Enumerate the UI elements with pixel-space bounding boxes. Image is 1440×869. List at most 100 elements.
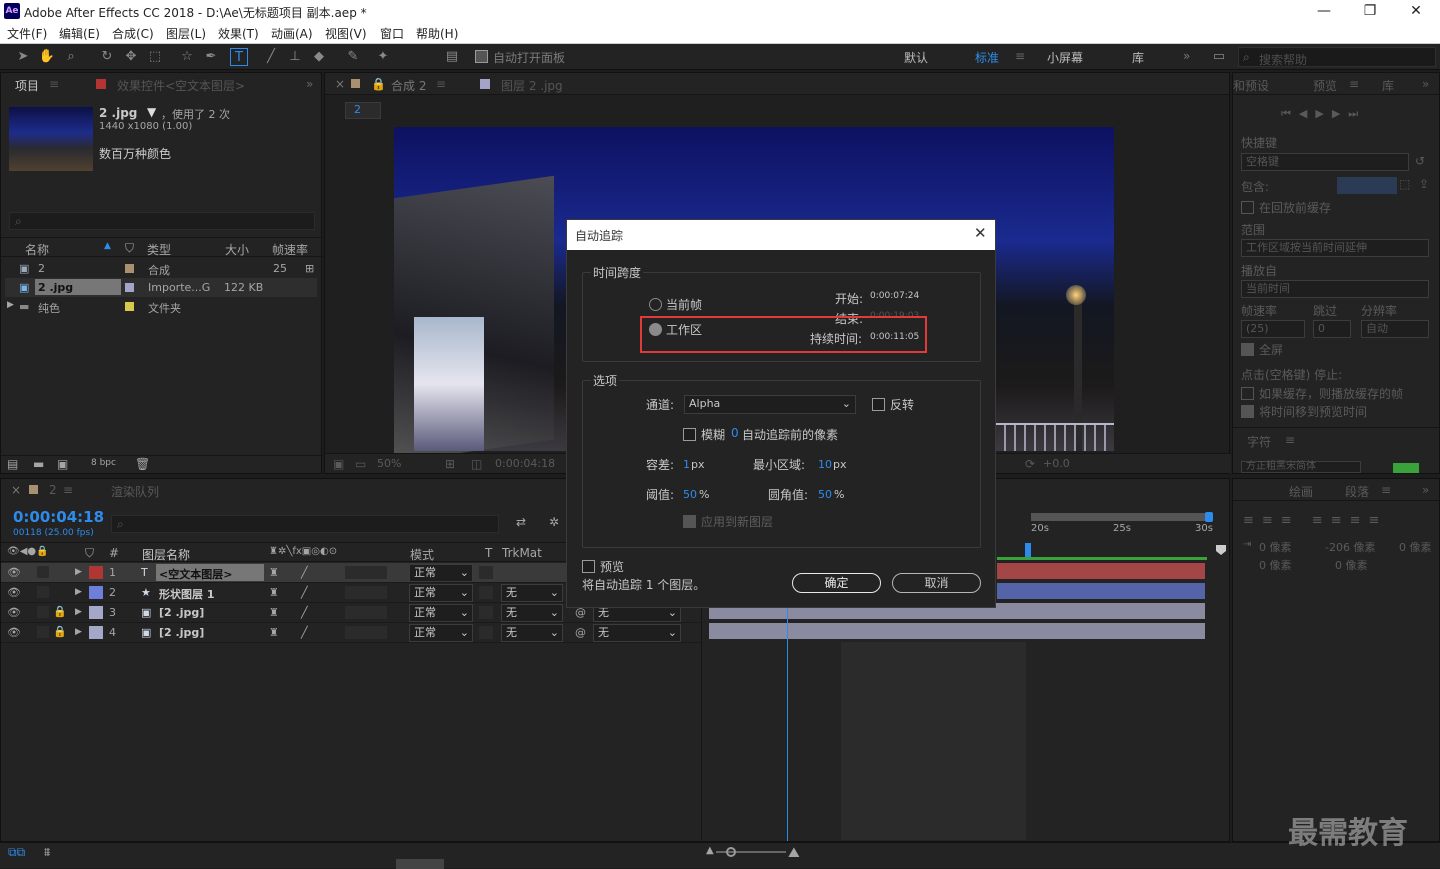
trash-icon[interactable]: 🗑 (135, 457, 150, 471)
preview-checkbox[interactable] (582, 560, 595, 573)
shy-switch-icon[interactable]: ♜ (269, 626, 279, 639)
solo-switch[interactable] (37, 586, 49, 598)
frame-render-icon[interactable]: ⩩ (44, 845, 50, 860)
comp-mini-flowchart-icon[interactable]: ⇄ (516, 515, 526, 529)
flowchart-icon[interactable]: ⊞ (305, 262, 314, 275)
tab-character[interactable]: 字符 (1247, 433, 1271, 450)
solo-switch[interactable] (37, 626, 49, 638)
workspace-library[interactable]: 库 (1132, 49, 1144, 66)
space-after-value[interactable]: 0 像素 (1335, 557, 1368, 573)
layer-mode-select[interactable]: 正常 ⌄ (409, 604, 473, 622)
tab-effect-controls[interactable]: 效果控件<空文本图层> (117, 77, 245, 94)
auto-open-checkbox[interactable] (475, 50, 488, 63)
solo-switch[interactable] (37, 566, 49, 578)
range-select[interactable]: 工作区域按当前时间延伸 (1241, 239, 1429, 257)
brush-tool-icon[interactable]: ╱ (262, 48, 280, 66)
trkmat-select[interactable]: 无 ⌄ (501, 604, 563, 622)
project-search-input[interactable]: ⌕ (9, 212, 315, 230)
preserve-transparency-switch[interactable] (479, 606, 493, 619)
shy-switch-icon[interactable]: ♜ (269, 566, 279, 579)
shape-tool-icon[interactable]: ☆ (178, 48, 196, 66)
panel-menu-icon[interactable]: ≡ (63, 483, 73, 497)
col-type[interactable]: 类型 (147, 241, 171, 258)
panel-menu-icon[interactable]: ≡ (436, 77, 446, 91)
hand-tool-icon[interactable]: ✋ (38, 48, 56, 66)
resolution-select[interactable]: 自动 (1361, 320, 1429, 338)
panel-icon[interactable]: ▤ (443, 48, 461, 66)
dialog-close-button[interactable]: ✕ (974, 224, 987, 242)
puppet-tool-icon[interactable]: ✦ (374, 48, 392, 66)
tab-effects-presets[interactable]: 和预设 (1233, 77, 1269, 94)
pan-behind-tool-icon[interactable]: ⬚ (146, 48, 164, 66)
comp-marker-icon[interactable] (1216, 545, 1226, 555)
work-area-bar[interactable] (997, 557, 1207, 560)
layer-mode-select[interactable]: 正常 ⌄ (409, 564, 473, 582)
space-before-value[interactable]: 0 像素 (1259, 557, 1292, 573)
col-mode[interactable]: 模式 (410, 546, 434, 563)
layer-switch-cells[interactable] (345, 586, 387, 599)
panel-menu-icon[interactable]: ≡ (1285, 433, 1295, 447)
visibility-eye-icon[interactable]: 👁 (7, 606, 21, 619)
col-trkmat[interactable]: TrkMat (502, 546, 542, 560)
workspace-menu-icon[interactable]: ≡ (1015, 49, 1025, 63)
tab-project[interactable]: 项目 (15, 77, 39, 94)
reset-exposure-icon[interactable]: ⟳ (1025, 457, 1035, 471)
tab-layer[interactable]: 图层 2 .jpg (501, 77, 563, 94)
interpret-footage-icon[interactable]: ▤ (7, 457, 18, 471)
cancel-button[interactable]: 取消 (892, 573, 981, 593)
snapshot-icon[interactable]: ◫ (471, 457, 482, 471)
av-switches-icon[interactable]: 👁◀●🔒 (7, 546, 49, 557)
tolerance-value[interactable]: 1 (683, 458, 690, 471)
zoom-select[interactable]: 50% (377, 457, 401, 470)
move-time-checkbox[interactable] (1241, 405, 1254, 418)
rotate-tool-icon[interactable]: ↻ (98, 48, 116, 66)
zoom-out-icon[interactable]: ▲ (706, 845, 714, 856)
new-folder-icon[interactable]: ▬ (33, 457, 44, 471)
font-select[interactable]: 方正粗黑宋简体 (1241, 461, 1361, 473)
radio-current-frame[interactable] (649, 298, 662, 311)
corner-value[interactable]: 50 (818, 488, 832, 501)
channel-select[interactable]: Alpha ⌄ (684, 395, 856, 414)
camera-tool-icon[interactable]: ✥ (122, 48, 140, 66)
project-row-comp[interactable]: ▣ 2 合成 25 ⊞ (5, 259, 317, 278)
first-line-value[interactable]: 0 像素 (1399, 539, 1432, 555)
indent-right-value[interactable]: -206 像素 (1325, 539, 1375, 555)
layer-mode-select[interactable]: 正常 ⌄ (409, 584, 473, 602)
layer-switch-cells[interactable] (345, 566, 387, 579)
label-tag-icon[interactable]: ⛉ (125, 241, 134, 256)
layer-bar-1[interactable] (997, 563, 1205, 579)
col-size[interactable]: 大小 (225, 241, 249, 258)
timeline-layer-row[interactable]: 👁 🔒 ▶ 4 ▣ [2 .jpg] ♜ ╱ 正常 ⌄ 无 ⌄ @ 无 ⌄ (1, 623, 701, 643)
layer-mode-select[interactable]: 正常 ⌄ (409, 624, 473, 642)
grid-icon[interactable]: ⊞ (445, 457, 455, 471)
time-navigator[interactable] (1031, 513, 1211, 521)
transport-controls[interactable]: ⏮◀▶▶⏭ (1281, 107, 1366, 121)
blur-checkbox[interactable] (683, 428, 696, 441)
workspace-standard[interactable]: 标准 (975, 49, 999, 66)
clone-stamp-tool-icon[interactable]: ⊥ (286, 48, 304, 66)
playhead-line[interactable] (787, 603, 788, 841)
timeline-search-input[interactable]: ⌕ (111, 515, 499, 533)
comp-breadcrumb[interactable]: 2 (345, 102, 381, 119)
solo-switch[interactable] (37, 606, 49, 618)
maximize-button[interactable]: ❐ (1347, 1, 1393, 21)
expand-arrow-icon[interactable]: ▶ (75, 587, 82, 597)
roto-brush-tool-icon[interactable]: ✎ (344, 48, 362, 66)
fullscreen-checkbox[interactable] (1241, 343, 1254, 356)
label-color[interactable] (89, 626, 103, 639)
label-color[interactable] (89, 606, 103, 619)
blur-value[interactable]: 0 (731, 426, 739, 440)
layer-name[interactable]: <空文本图层> (159, 566, 232, 582)
more-workspaces-icon[interactable]: » (1183, 49, 1190, 63)
col-fps[interactable]: 帧速率 (272, 241, 308, 258)
tab-preview[interactable]: 预览 (1313, 77, 1337, 94)
close-window-button[interactable]: ✕ (1393, 1, 1439, 21)
close-tab-icon[interactable]: × (11, 483, 21, 497)
expand-arrow-icon[interactable]: ▶ (75, 567, 82, 577)
parent-select[interactable]: 无 ⌄ (593, 624, 681, 642)
layer-name[interactable]: [2 .jpg] (159, 606, 204, 619)
asset-dropdown-icon[interactable]: ▼ (147, 105, 156, 119)
expand-arrow-icon[interactable]: ▶ (7, 300, 14, 310)
trkmat-select[interactable]: 无 ⌄ (501, 584, 563, 602)
quality-switch-icon[interactable]: ╱ (301, 566, 308, 579)
